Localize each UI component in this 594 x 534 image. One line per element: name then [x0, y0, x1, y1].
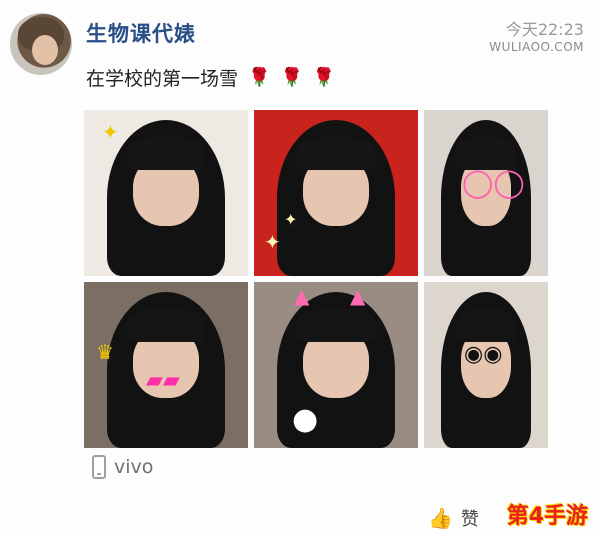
- photo-6[interactable]: ◉◉: [424, 282, 548, 448]
- star-icon: ✦: [264, 230, 281, 254]
- photo-1[interactable]: ✦: [84, 110, 248, 276]
- phone-icon: [92, 455, 106, 479]
- glasses-icon: ◯◯: [462, 166, 525, 199]
- sunglasses-icon: ▰▰: [146, 368, 180, 393]
- thumbs-up-icon: 👍: [428, 506, 453, 530]
- rose-icon: 🌹: [248, 67, 271, 88]
- post-source: vivo: [92, 455, 153, 479]
- rose-icon: 🌹: [312, 67, 336, 88]
- photo-2[interactable]: ✦ ✦: [254, 110, 418, 276]
- post-text: 在学校的第一场雪 🌹 🌹 🌹: [86, 64, 335, 91]
- photo-4[interactable]: ♛ ▰▰: [84, 282, 248, 448]
- like-button[interactable]: 👍 赞: [428, 505, 479, 531]
- photo-grid: ✦ ✦ ✦ ◯◯ ♛ ▰▰ ▲ ▲ ● ◉◉: [84, 110, 548, 448]
- username[interactable]: 生物课代婊: [86, 18, 196, 48]
- cat-ears-icon: ▲: [350, 284, 366, 308]
- photo-5[interactable]: ▲ ▲ ●: [254, 282, 418, 448]
- site-logo: 第4手游: [506, 504, 588, 529]
- cat-ears-icon: ▲: [294, 284, 310, 308]
- crown-icon: ♛: [96, 340, 114, 364]
- avatar[interactable]: [10, 13, 72, 75]
- like-label: 赞: [460, 509, 479, 530]
- device-label: vivo: [114, 456, 154, 478]
- rose-icon: 🌹: [280, 67, 303, 88]
- cartoon-sticker-icon: ●: [292, 402, 319, 437]
- photo-3[interactable]: ◯◯: [424, 110, 548, 276]
- star-icon: ✦: [284, 210, 298, 229]
- cartoon-eyes-icon: ◉◉: [464, 342, 503, 367]
- post-card: 生物课代婊 今天22:23 WULIAOO.COM 在学校的第一场雪 🌹 🌹 🌹…: [0, 0, 594, 534]
- post-timestamp: 今天22:23: [505, 20, 584, 39]
- post-text-content: 在学校的第一场雪: [86, 68, 239, 90]
- sparkle-icon: ✦: [102, 120, 119, 144]
- site-watermark: WULIAOO.COM: [489, 40, 584, 54]
